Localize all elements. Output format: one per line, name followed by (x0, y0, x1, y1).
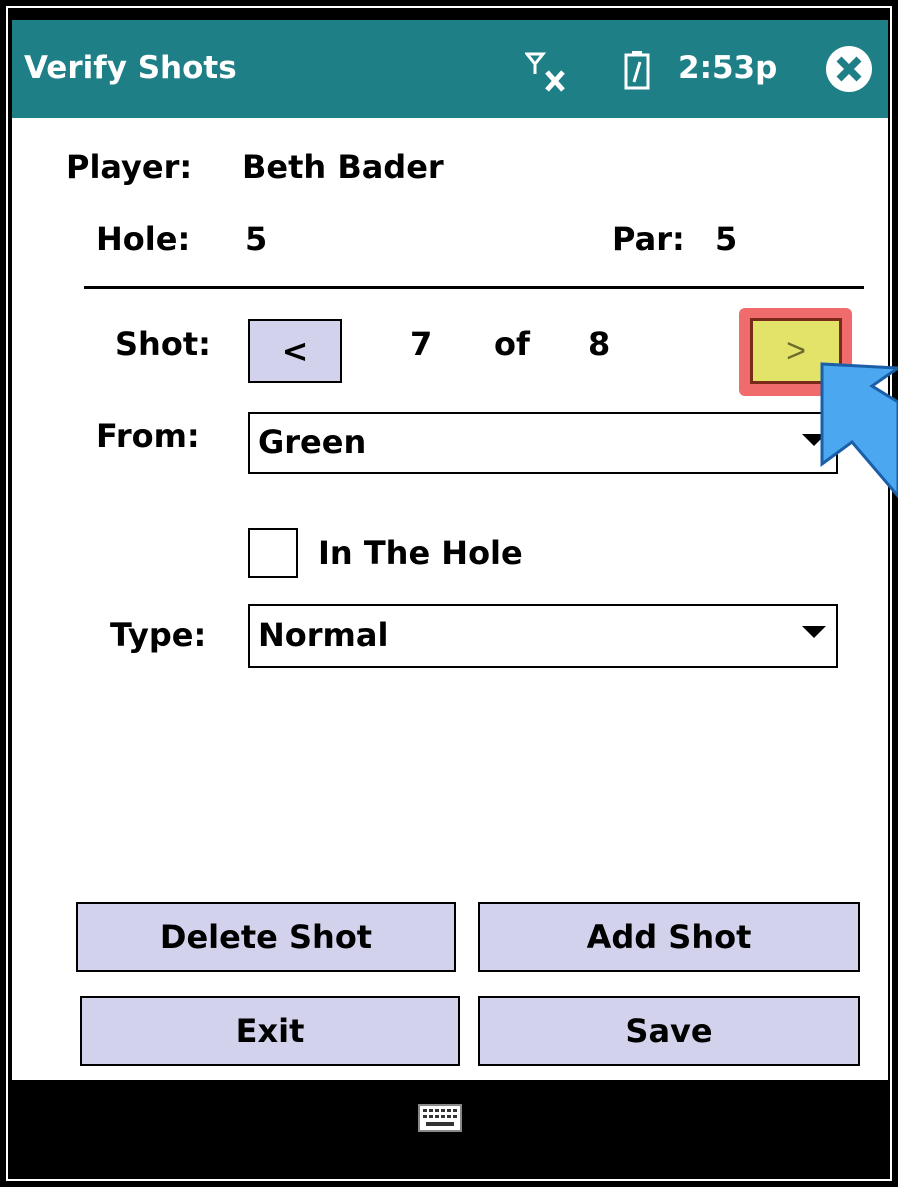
clock-time: 2:53p (678, 50, 778, 86)
keyboard-icon[interactable] (418, 1104, 462, 1132)
hole-value: 5 (245, 220, 268, 258)
pointer-arrow-icon (820, 362, 898, 499)
exit-button[interactable]: Exit (80, 996, 460, 1066)
add-shot-button[interactable]: Add Shot (478, 902, 860, 972)
from-label: From: (96, 417, 200, 455)
chevron-down-icon (802, 626, 826, 638)
type-label: Type: (110, 616, 207, 654)
type-select-value: Normal (258, 616, 389, 654)
title-bar: Verify Shots 2:53p (12, 20, 888, 118)
divider (84, 286, 864, 289)
prev-shot-button[interactable]: < (248, 319, 342, 383)
shot-of-label: of (494, 325, 530, 363)
type-select[interactable]: Normal (248, 604, 838, 668)
window-title: Verify Shots (24, 50, 237, 86)
hole-label: Hole: (96, 220, 191, 258)
in-the-hole-label: In The Hole (318, 534, 523, 572)
in-the-hole-checkbox[interactable] (248, 528, 298, 578)
signal-off-icon (525, 52, 565, 92)
close-icon[interactable] (824, 44, 874, 94)
save-button[interactable]: Save (478, 996, 860, 1066)
par-value: 5 (715, 220, 738, 258)
shot-label: Shot: (115, 325, 211, 363)
bottom-bar (12, 1080, 888, 1175)
player-name: Beth Bader (242, 148, 444, 186)
shot-current: 7 (410, 325, 433, 363)
delete-shot-button[interactable]: Delete Shot (76, 902, 456, 972)
from-select[interactable]: Green (248, 412, 838, 474)
par-label: Par: (612, 220, 685, 258)
content-area: Player: Beth Bader Hole: 5 Par: 5 Shot: … (12, 118, 888, 1080)
battery-icon (624, 51, 650, 90)
shot-total: 8 (588, 325, 611, 363)
player-label: Player: (66, 148, 193, 186)
from-select-value: Green (258, 423, 367, 461)
